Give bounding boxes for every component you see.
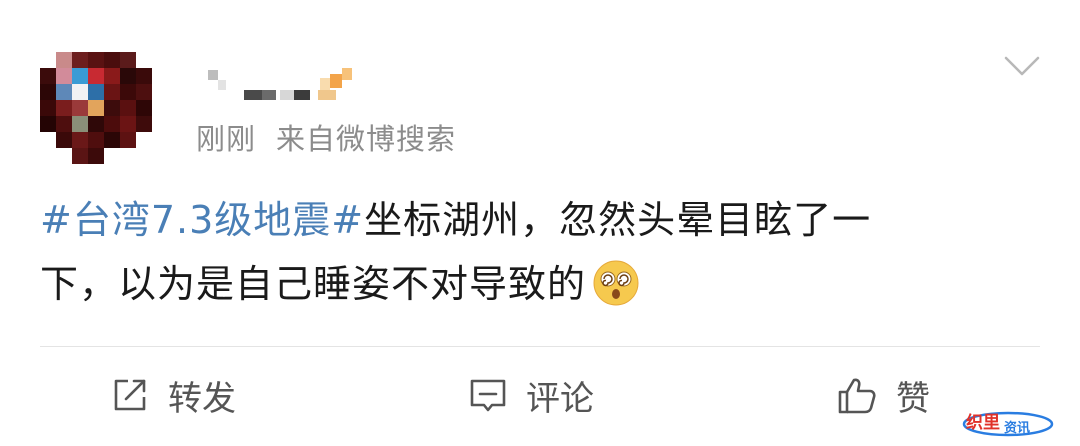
chevron-down-icon[interactable] — [1004, 54, 1040, 78]
post-text-line2: 下，以为是自己睡姿不对导致的 — [40, 262, 587, 306]
post-meta: 刚刚 来自微博搜索 — [196, 116, 456, 158]
comment-icon — [470, 379, 506, 412]
like-label: 赞 — [896, 378, 930, 419]
post-content: #台湾7.3级地震#坐标湖州，忽然头晕目眩了一 下，以为是自己睡姿不对导致的 — [40, 188, 1040, 316]
repost-label: 转发 — [168, 378, 236, 419]
username-obscured[interactable] — [206, 64, 366, 104]
dizzy-face-emoji — [593, 260, 639, 306]
comment-button[interactable]: 评论 — [468, 360, 594, 430]
post-time: 刚刚 — [196, 122, 257, 156]
watermark-logo: 织里 资讯 — [962, 411, 1054, 437]
svg-text:资讯: 资讯 — [1004, 420, 1030, 436]
weibo-post-card: 刚刚 来自微博搜索 #台湾7.3级地震#坐标湖州，忽然头晕目眩了一 下，以为是自己… — [0, 0, 1080, 446]
post-source[interactable]: 来自微博搜索 — [276, 122, 456, 156]
repost-button[interactable]: 转发 — [110, 360, 236, 430]
comment-label: 评论 — [526, 378, 594, 419]
avatar[interactable] — [40, 52, 152, 164]
action-bar: 转发 评论 赞 — [0, 360, 1080, 430]
repost-icon — [114, 379, 146, 411]
post-text-line1: 坐标湖州，忽然头晕目眩了一 — [364, 198, 872, 242]
like-button[interactable]: 赞 — [836, 360, 930, 430]
svg-text:织里: 织里 — [966, 412, 1000, 433]
topic-link[interactable]: #台湾7.3级地震# — [40, 198, 364, 242]
thumbs-up-icon — [838, 378, 876, 414]
divider — [40, 346, 1040, 347]
